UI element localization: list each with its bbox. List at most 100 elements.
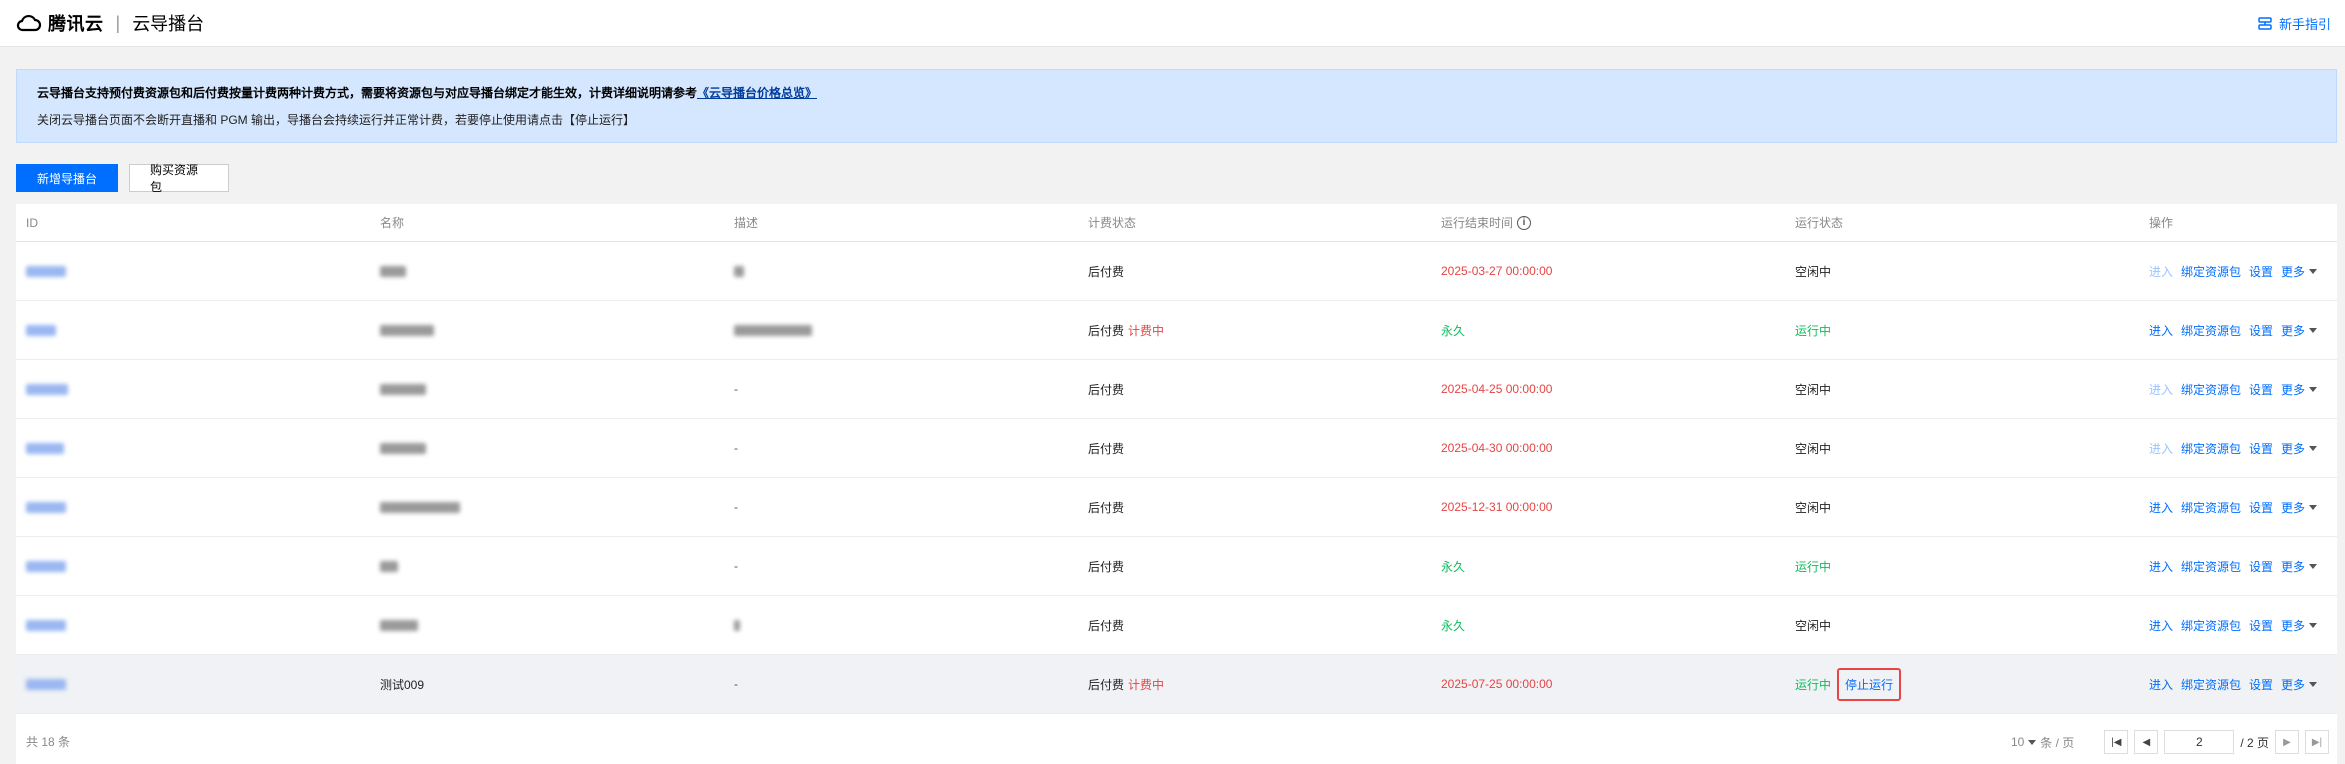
table-row[interactable]: 后付费 永久 空闲中 进入 绑定资源包 设置 更多 xyxy=(16,596,2337,655)
table-row[interactable]: 测试009- 后付费 计费中 2025-07-25 00:00:00 运行中 停止运行 进入… xyxy=(16,655,2337,714)
run-status-text: 空闲中 xyxy=(1795,441,1832,456)
cell-id[interactable] xyxy=(16,442,370,454)
table-row[interactable]: - 后付费 2025-12-31 00:00:00 空闲中 进入 绑定资源包 设置 更多 xyxy=(16,478,2337,537)
table-row[interactable]: 后付费 计费中 永久 运行中 进入 绑定资源包 设置 更多 xyxy=(16,301,2337,360)
bind-package-link[interactable]: 绑定资源包 xyxy=(2181,617,2241,634)
cell-billing: 后付费 xyxy=(1078,440,1431,457)
col-name: 名称 xyxy=(380,216,405,230)
cell-name xyxy=(370,619,724,631)
prev-page-icon[interactable]: ◀ xyxy=(2134,730,2159,754)
cell-end-time: 永久 xyxy=(1431,558,1785,575)
enter-link[interactable]: 进入 xyxy=(2149,322,2173,339)
id-redacted xyxy=(26,324,56,336)
settings-link[interactable]: 设置 xyxy=(2249,381,2273,398)
cell-id[interactable] xyxy=(16,265,370,277)
more-dropdown[interactable]: 更多 xyxy=(2281,617,2318,634)
cell-billing: 后付费 xyxy=(1078,381,1431,398)
cell-id[interactable] xyxy=(16,619,370,631)
settings-link[interactable]: 设置 xyxy=(2249,499,2273,516)
desc-text: - xyxy=(734,677,738,691)
id-redacted xyxy=(26,619,66,631)
cell-ops: 进入 绑定资源包 设置 更多 xyxy=(2139,263,2337,280)
cell-id[interactable] xyxy=(16,324,370,336)
bind-package-link[interactable]: 绑定资源包 xyxy=(2181,676,2241,693)
first-page-icon[interactable]: |◀ xyxy=(2104,730,2129,754)
cell-end-time: 2025-04-30 00:00:00 xyxy=(1431,441,1785,455)
enter-link[interactable]: 进入 xyxy=(2149,558,2173,575)
more-dropdown[interactable]: 更多 xyxy=(2281,440,2318,457)
col-id: ID xyxy=(26,215,38,230)
bind-package-link[interactable]: 绑定资源包 xyxy=(2181,263,2241,280)
notice-banner: 云导播台支持预付费资源包和后付费按量计费两种计费方式，需要将资源包与对应导播台绑… xyxy=(16,69,2337,143)
settings-link[interactable]: 设置 xyxy=(2249,676,2273,693)
settings-link[interactable]: 设置 xyxy=(2249,617,2273,634)
new-director-button[interactable]: 新增导播台 xyxy=(16,164,118,192)
id-redacted xyxy=(26,678,66,690)
pricing-link[interactable]: 《云导播台价格总览》 xyxy=(697,86,817,100)
cell-end-time: 永久 xyxy=(1431,322,1785,339)
billing-type: 后付费 xyxy=(1088,618,1125,633)
cell-id[interactable] xyxy=(16,383,370,395)
cell-ops: 进入 绑定资源包 设置 更多 xyxy=(2139,676,2337,693)
settings-link[interactable]: 设置 xyxy=(2249,558,2273,575)
bind-package-link[interactable]: 绑定资源包 xyxy=(2181,499,2241,516)
enter-link[interactable]: 进入 xyxy=(2149,381,2173,398)
settings-link[interactable]: 设置 xyxy=(2249,440,2273,457)
cell-id[interactable] xyxy=(16,560,370,572)
bind-package-link[interactable]: 绑定资源包 xyxy=(2181,381,2241,398)
page-size-select[interactable]: 10 条 / 页 xyxy=(2011,734,2074,751)
top-bar: 腾讯云 | 云导播台 新手指引 xyxy=(0,0,2345,47)
more-label: 更多 xyxy=(2281,323,2306,338)
notice-line-1: 云导播台支持预付费资源包和后付费按量计费两种计费方式，需要将资源包与对应导播台绑… xyxy=(37,84,2316,101)
enter-link[interactable]: 进入 xyxy=(2149,440,2173,457)
settings-link[interactable]: 设置 xyxy=(2249,263,2273,280)
more-dropdown[interactable]: 更多 xyxy=(2281,676,2318,693)
cell-run-status: 空闲中 xyxy=(1785,499,2139,516)
enter-link[interactable]: 进入 xyxy=(2149,263,2173,280)
last-page-icon[interactable]: ▶| xyxy=(2305,730,2329,754)
settings-link[interactable]: 设置 xyxy=(2249,322,2273,339)
total-count: 共 18 条 xyxy=(26,734,71,749)
more-dropdown[interactable]: 更多 xyxy=(2281,322,2318,339)
more-label: 更多 xyxy=(2281,264,2306,279)
more-dropdown[interactable]: 更多 xyxy=(2281,499,2318,516)
col-end-time-label: 运行结束时间 xyxy=(1441,216,1514,230)
cell-desc: - xyxy=(724,559,1078,573)
table-row[interactable]: 后付费 2025-03-27 00:00:00 空闲中 进入 绑定资源包 设置 更多 xyxy=(16,242,2337,301)
director-table: ID 名称 描述 计费状态 运行结束时间 i 运行状态 操作 后付费 2025-0… xyxy=(16,204,2337,764)
per-page-label: 条 / 页 xyxy=(2040,735,2075,750)
run-status-text: 空闲中 xyxy=(1795,618,1832,633)
bind-package-link[interactable]: 绑定资源包 xyxy=(2181,440,2241,457)
more-dropdown[interactable]: 更多 xyxy=(2281,381,2318,398)
stop-run-button[interactable]: 停止运行 xyxy=(1837,667,1902,701)
page-input[interactable]: 2 xyxy=(2164,730,2235,754)
cell-id[interactable] xyxy=(16,678,370,690)
cell-name: 测试009 xyxy=(370,676,724,693)
bind-package-link[interactable]: 绑定资源包 xyxy=(2181,558,2241,575)
enter-link[interactable]: 进入 xyxy=(2149,676,2173,693)
bind-package-link[interactable]: 绑定资源包 xyxy=(2181,322,2241,339)
buy-package-button[interactable]: 购买资源包 xyxy=(129,163,229,194)
name-redacted xyxy=(380,442,426,454)
more-label: 更多 xyxy=(2281,441,2306,456)
cell-run-status: 空闲中 xyxy=(1785,440,2139,457)
table-row[interactable]: - 后付费 2025-04-30 00:00:00 空闲中 进入 绑定资源包 设置 更多 xyxy=(16,419,2337,478)
enter-link[interactable]: 进入 xyxy=(2149,617,2173,634)
cell-desc: - xyxy=(724,382,1078,396)
cell-id[interactable] xyxy=(16,501,370,513)
table-row[interactable]: - 后付费 2025-04-25 00:00:00 空闲中 进入 绑定资源包 设置 更多 xyxy=(16,360,2337,419)
next-page-icon[interactable]: ▶ xyxy=(2275,730,2299,754)
col-billing: 计费状态 xyxy=(1088,216,1137,230)
more-dropdown[interactable]: 更多 xyxy=(2281,558,2318,575)
billing-type: 后付费 xyxy=(1088,382,1125,397)
chevron-down-icon xyxy=(2309,563,2318,569)
cell-name xyxy=(370,501,724,513)
cell-ops: 进入 绑定资源包 设置 更多 xyxy=(2139,440,2337,457)
cell-end-time: 2025-07-25 00:00:00 xyxy=(1431,677,1785,691)
enter-link[interactable]: 进入 xyxy=(2149,499,2173,516)
brand[interactable]: 腾讯云 | 云导播台 xyxy=(16,10,204,36)
guide-link[interactable]: 新手指引 xyxy=(2257,14,2331,33)
more-dropdown[interactable]: 更多 xyxy=(2281,263,2318,280)
info-icon[interactable]: i xyxy=(1517,215,1532,230)
table-row[interactable]: - 后付费 永久 运行中 进入 绑定资源包 设置 更多 xyxy=(16,537,2337,596)
